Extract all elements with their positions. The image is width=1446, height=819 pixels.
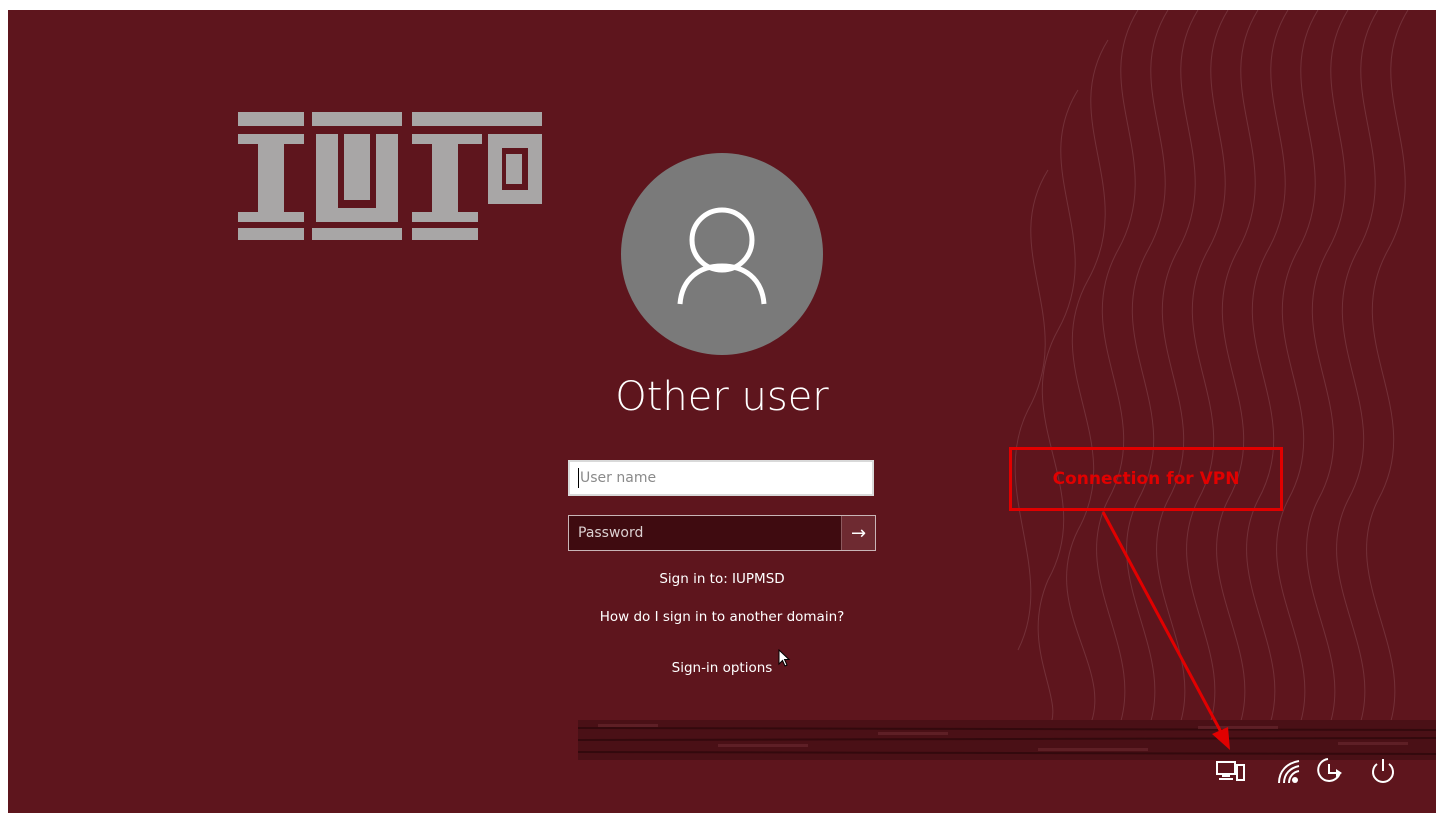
network-icon[interactable] [1214, 754, 1248, 788]
user-avatar [621, 153, 823, 355]
accessibility-icon[interactable] [1314, 754, 1348, 788]
lock-screen: Other user → Sign in to: IUPMSD How do I… [8, 10, 1436, 813]
sign-in-options-link[interactable]: Sign-in options [8, 660, 1436, 676]
user-name-title: Other user [615, 374, 829, 420]
wood-texture-strip [578, 720, 1436, 760]
vpn-annotation-box: Connection for VPN [1009, 447, 1283, 511]
iup-logo [238, 112, 542, 240]
sign-in-domain-label: Sign in to: IUPMSD [659, 571, 785, 587]
mouse-cursor-icon [778, 649, 791, 667]
domain-help-link[interactable]: How do I sign in to another domain? [8, 609, 1436, 625]
arrow-right-icon: → [850, 522, 867, 544]
password-input[interactable] [569, 516, 841, 550]
power-icon[interactable] [1366, 754, 1400, 788]
person-icon [677, 207, 767, 305]
submit-button[interactable]: → [841, 516, 875, 550]
wifi-icon[interactable] [1272, 754, 1306, 788]
username-input[interactable] [579, 470, 860, 486]
password-field[interactable]: → [568, 515, 876, 551]
vpn-annotation-label: Connection for VPN [1052, 469, 1240, 489]
username-field[interactable] [568, 460, 874, 496]
